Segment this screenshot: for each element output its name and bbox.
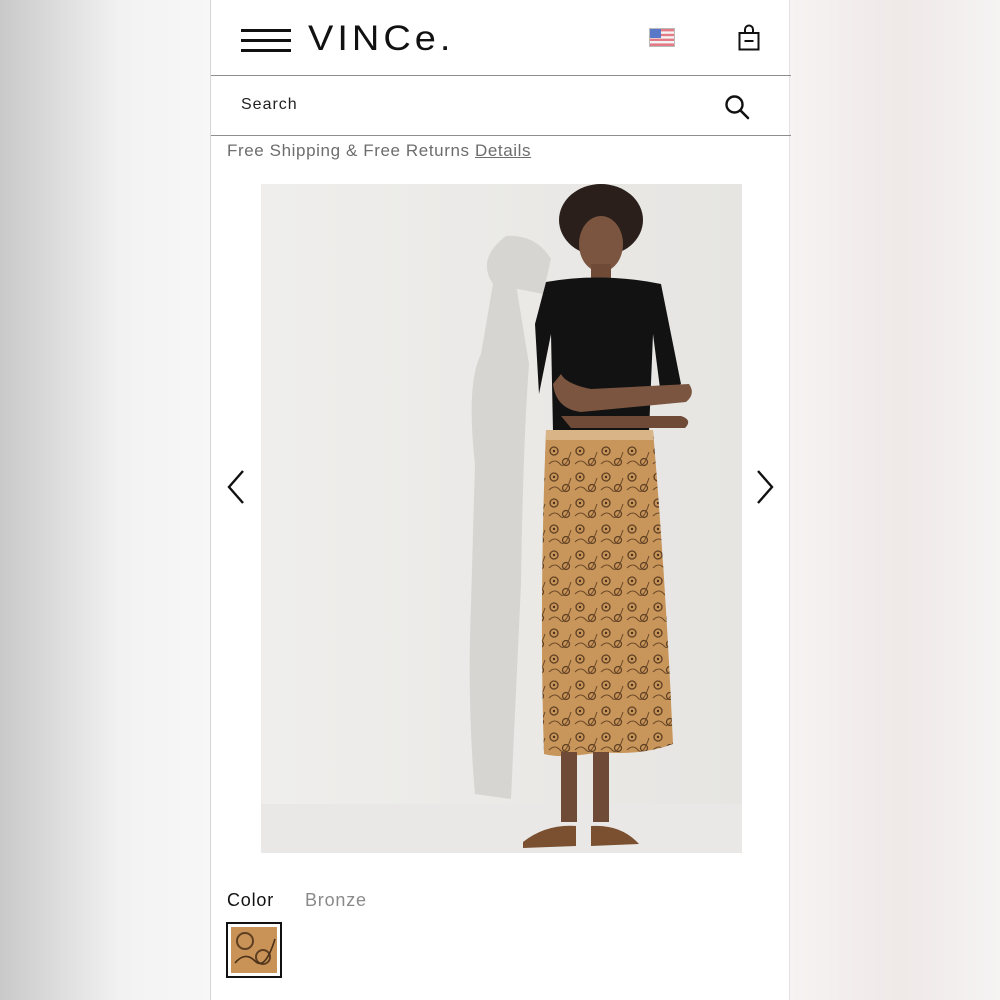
product-photo-illustration: [261, 184, 742, 853]
mobile-viewport: VINCe. Free Shi: [210, 0, 791, 1000]
us-flag-icon[interactable]: [649, 28, 675, 47]
search-bar[interactable]: [211, 76, 791, 136]
chevron-left-icon[interactable]: [224, 467, 250, 507]
shipping-banner-text: Free Shipping & Free Returns: [227, 141, 470, 160]
search-input[interactable]: [241, 92, 681, 118]
search-icon[interactable]: [723, 93, 751, 121]
selected-color-value: Bronze: [305, 890, 367, 910]
shipping-details-link[interactable]: Details: [475, 141, 531, 160]
brand-logo[interactable]: VINCe.: [308, 20, 454, 60]
chevron-right-icon[interactable]: [751, 467, 777, 507]
shipping-banner: Free Shipping & Free Returns Details: [227, 141, 531, 161]
color-selector-row: Color Bronze: [227, 890, 366, 911]
color-label: Color: [227, 890, 275, 910]
color-swatch-bronze[interactable]: [226, 922, 282, 978]
hamburger-menu-icon[interactable]: [241, 29, 291, 53]
product-image[interactable]: [261, 184, 742, 853]
bronze-lace-swatch-icon: [231, 927, 277, 973]
site-header: VINCe.: [211, 0, 791, 76]
shopping-bag-icon[interactable]: [738, 24, 760, 51]
